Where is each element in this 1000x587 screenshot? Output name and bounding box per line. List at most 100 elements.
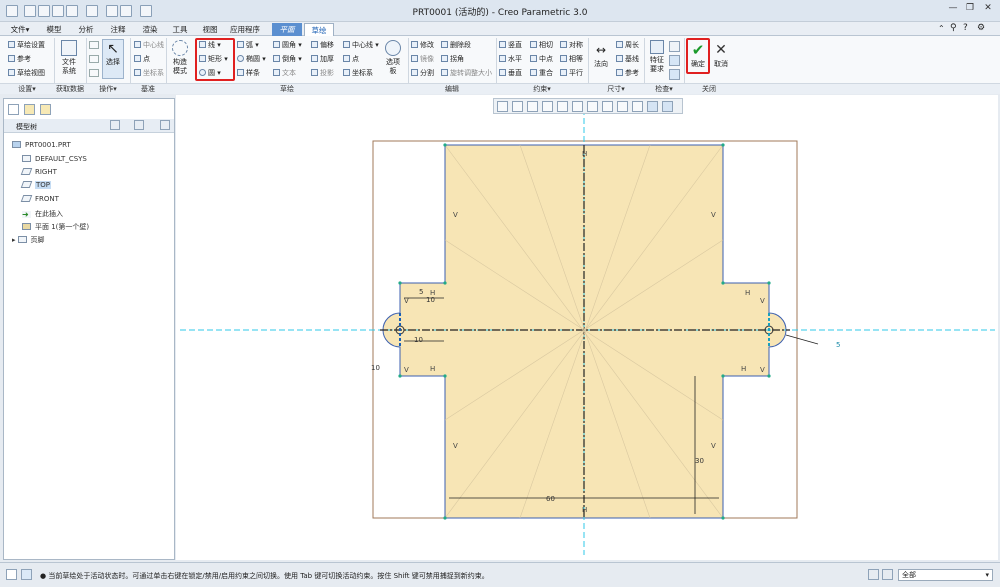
minimize-button[interactable]: — <box>945 3 961 17</box>
normal-dim-button[interactable]: ↔ 法向 <box>591 40 611 69</box>
sketcher-display-icon[interactable] <box>647 101 658 112</box>
favorites-icon[interactable] <box>40 104 51 115</box>
group-dimension[interactable]: 尺寸▾ <box>588 83 644 94</box>
cut-icon[interactable] <box>89 41 99 49</box>
feature-requirements-button[interactable]: 特征要求 <box>647 40 667 74</box>
mirror-button[interactable]: 镜像 <box>411 55 434 64</box>
horizontal-constraint[interactable]: 水平 <box>499 55 522 64</box>
delete-segment-button[interactable]: 删除段 <box>441 41 471 50</box>
tree-item-part[interactable]: PRT0001.PRT <box>12 141 71 149</box>
sketch-centerline-button[interactable]: 中心线 ▾ <box>343 41 379 50</box>
dim-top-tab-width[interactable]: 10 <box>426 296 435 304</box>
sketch-csys-button[interactable]: 坐标系 <box>343 69 373 78</box>
settings-icon[interactable]: ⚙ <box>977 23 985 33</box>
tree-item-footer[interactable]: ▸ 页脚 <box>12 235 45 245</box>
copy-icon[interactable] <box>89 55 99 63</box>
symmetric-constraint[interactable]: 对称 <box>560 41 583 50</box>
datum-point[interactable]: 点 <box>134 55 150 64</box>
message-log-icon[interactable] <box>6 569 17 580</box>
folder-browser-icon[interactable] <box>24 104 35 115</box>
corner-button[interactable]: 拐角 <box>441 55 464 64</box>
graphics-canvas[interactable]: HH VV VV HH HH VV VV 60 30 10 5 10 10 5 <box>176 95 998 560</box>
overlap-icon[interactable] <box>669 41 680 52</box>
palette-button[interactable]: 选项板 <box>383 40 403 76</box>
coincident-constraint[interactable]: 重合 <box>530 69 553 78</box>
dim-right-height[interactable]: 30 <box>695 457 704 465</box>
vertical-constraint[interactable]: 竖直 <box>499 41 522 50</box>
select-button[interactable]: ↖ 选择 <box>102 39 124 79</box>
display-style-icon[interactable] <box>557 101 568 112</box>
spline-button[interactable]: 样条 <box>237 69 260 78</box>
maximize-button[interactable]: ❐ <box>962 3 978 17</box>
help-icon[interactable]: ? <box>963 23 968 33</box>
sketch-setup-button[interactable]: 草绘设置 <box>8 41 45 50</box>
equal-constraint[interactable]: 相等 <box>560 55 583 64</box>
zoom-out-icon[interactable] <box>527 101 538 112</box>
tree-item-front[interactable]: FRONT <box>20 195 59 203</box>
text-button[interactable]: 文本 <box>273 69 296 78</box>
sketch-view-button[interactable]: 草绘视图 <box>8 69 45 78</box>
tree-item-right[interactable]: RIGHT <box>20 168 57 176</box>
fillet-button[interactable]: 圆角 ▾ <box>273 41 302 50</box>
reference-dim-button[interactable]: 参考 <box>616 69 639 78</box>
sketch-view-icon[interactable] <box>587 101 598 112</box>
tab-view[interactable]: 视图 <box>196 23 224 36</box>
project-button[interactable]: 投影 <box>311 69 334 78</box>
parallel-constraint[interactable]: 平行 <box>560 69 583 78</box>
divide-button[interactable]: 分割 <box>411 69 434 78</box>
selection-icon[interactable] <box>868 569 879 580</box>
tab-render[interactable]: 渲染 <box>136 23 164 36</box>
file-system-button[interactable]: 文件系统 <box>58 40 80 76</box>
datum-centerline[interactable]: 中心线 <box>134 41 164 50</box>
tree-filter-icon[interactable] <box>160 120 170 130</box>
graphics-toolbar-icon[interactable] <box>21 569 32 580</box>
ellipse-button[interactable]: 椭圆 ▾ <box>237 55 266 64</box>
tab-applications[interactable]: 应用程序 <box>226 23 264 36</box>
dim-bottom-width[interactable]: 60 <box>546 495 555 503</box>
tree-show-icon[interactable] <box>134 120 144 130</box>
tree-settings-icon[interactable] <box>110 120 120 130</box>
close-button[interactable]: ✕ <box>980 3 996 17</box>
search-icon[interactable]: ⚲ <box>950 23 957 33</box>
tree-item-insert-here[interactable]: ➜ 在此插入 <box>22 209 63 219</box>
smart-select-icon[interactable] <box>882 569 893 580</box>
highlight-open-icon[interactable] <box>669 69 680 80</box>
offset-button[interactable]: 偏移 <box>311 41 334 50</box>
dim-mid[interactable]: 10 <box>414 336 423 344</box>
dim-leader-radius[interactable]: 5 <box>836 341 840 349</box>
saved-views-icon[interactable] <box>572 101 583 112</box>
baseline-button[interactable]: 基线 <box>616 55 639 64</box>
references-button[interactable]: 参考 <box>8 55 31 64</box>
sketch-point-button[interactable]: 点 <box>343 55 359 64</box>
dim-left[interactable]: 10 <box>371 364 380 372</box>
tree-item-csys[interactable]: DEFAULT_CSYS <box>22 155 87 163</box>
tree-item-top[interactable]: TOP <box>20 181 52 189</box>
tab-annotate[interactable]: 注释 <box>104 23 132 36</box>
group-setup[interactable]: 设置▾ <box>0 83 54 94</box>
repaint-icon[interactable] <box>542 101 553 112</box>
tab-file[interactable]: 文件▾ <box>6 23 34 36</box>
thicken-button[interactable]: 加厚 <box>311 55 334 64</box>
spin-center-icon[interactable] <box>617 101 628 112</box>
refit-icon[interactable] <box>497 101 508 112</box>
model-tree-tab-icon[interactable] <box>8 104 19 115</box>
cancel-button[interactable]: ✕ 取消 <box>711 40 731 69</box>
tab-sketch[interactable]: 草绘 <box>304 23 334 36</box>
tangent-constraint[interactable]: 相切 <box>530 41 553 50</box>
modify-button[interactable]: 修改 <box>411 41 434 50</box>
group-operations[interactable]: 操作▾ <box>86 83 130 94</box>
tab-model[interactable]: 模型 <box>40 23 68 36</box>
datum-display-icon[interactable] <box>602 101 613 112</box>
rotate-resize-button[interactable]: 旋转调整大小 <box>441 69 492 78</box>
tab-tools[interactable]: 工具 <box>166 23 194 36</box>
datum-csys[interactable]: 坐标系 <box>134 69 164 78</box>
perpendicular-constraint[interactable]: 垂直 <box>499 69 522 78</box>
ribbon-collapse-icon[interactable]: ⌃ <box>938 24 945 33</box>
tab-planar[interactable]: 平面 <box>272 23 302 36</box>
dim-top-tab-offset[interactable]: 5 <box>419 288 423 296</box>
expand-arrow-icon[interactable]: ▸ <box>12 236 16 244</box>
annotation-display-icon[interactable] <box>632 101 643 112</box>
shade-closed-icon[interactable] <box>669 55 680 66</box>
paste-icon[interactable] <box>89 69 99 77</box>
selection-filter[interactable]: 全部 ▾ <box>898 569 993 581</box>
